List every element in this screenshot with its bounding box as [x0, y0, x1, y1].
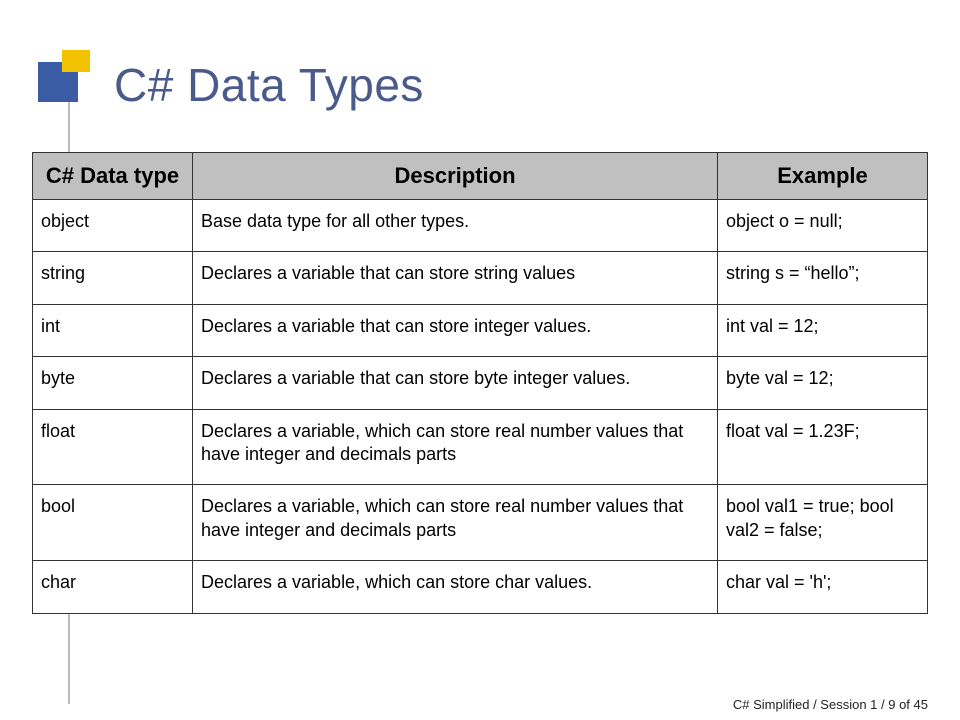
table-row: bool Declares a variable, which can stor…: [33, 485, 928, 561]
data-types-table: C# Data type Description Example object …: [32, 152, 928, 614]
table-header-row: C# Data type Description Example: [33, 153, 928, 200]
table-row: byte Declares a variable that can store …: [33, 357, 928, 409]
table-row: int Declares a variable that can store i…: [33, 304, 928, 356]
cell-type: object: [33, 200, 193, 252]
table-row: char Declares a variable, which can stor…: [33, 561, 928, 613]
cell-type: bool: [33, 485, 193, 561]
cell-type: char: [33, 561, 193, 613]
cell-example: bool val1 = true; bool val2 = false;: [718, 485, 928, 561]
table-row: float Declares a variable, which can sto…: [33, 409, 928, 485]
header-type: C# Data type: [33, 153, 193, 200]
slide-footer: C# Simplified / Session 1 / 9 of 45: [733, 697, 928, 712]
cell-type: float: [33, 409, 193, 485]
cell-description: Declares a variable that can store byte …: [193, 357, 718, 409]
header-example: Example: [718, 153, 928, 200]
cell-example: int val = 12;: [718, 304, 928, 356]
cell-type: byte: [33, 357, 193, 409]
title-block: C# Data Types: [32, 50, 928, 140]
cell-example: char val = 'h';: [718, 561, 928, 613]
cell-example: object o = null;: [718, 200, 928, 252]
slide-title: C# Data Types: [114, 58, 424, 112]
cell-description: Declares a variable, which can store rea…: [193, 485, 718, 561]
cell-description: Base data type for all other types.: [193, 200, 718, 252]
slide: C# Data Types C# Data type Description E…: [32, 50, 928, 690]
table-row: object Base data type for all other type…: [33, 200, 928, 252]
decorative-yellow-square-icon: [62, 50, 90, 72]
cell-description: Declares a variable that can store integ…: [193, 304, 718, 356]
cell-type: int: [33, 304, 193, 356]
cell-type: string: [33, 252, 193, 304]
header-description: Description: [193, 153, 718, 200]
cell-description: Declares a variable, which can store rea…: [193, 409, 718, 485]
cell-example: string s = “hello”;: [718, 252, 928, 304]
cell-description: Declares a variable, which can store cha…: [193, 561, 718, 613]
cell-description: Declares a variable that can store strin…: [193, 252, 718, 304]
cell-example: float val = 1.23F;: [718, 409, 928, 485]
cell-example: byte val = 12;: [718, 357, 928, 409]
table-row: string Declares a variable that can stor…: [33, 252, 928, 304]
